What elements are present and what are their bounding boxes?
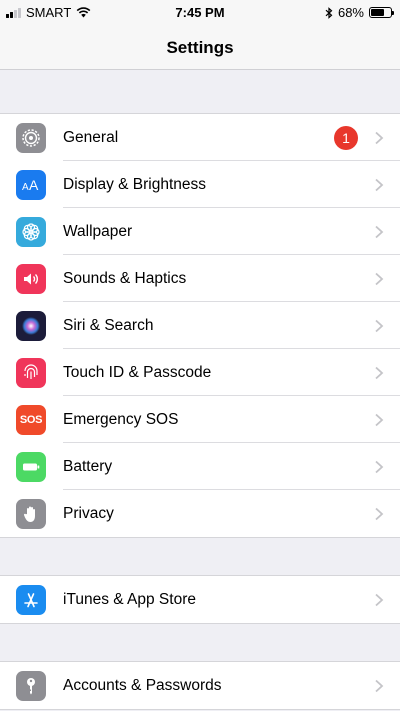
battery-status-icon — [369, 7, 394, 18]
chevron-right-icon — [374, 178, 384, 192]
bluetooth-icon — [325, 6, 333, 19]
chevron-right-icon — [374, 131, 384, 145]
group-gap — [0, 624, 400, 661]
chevron-right-icon — [374, 413, 384, 427]
flower-icon — [16, 216, 46, 247]
settings-row-sounds-haptics[interactable]: Sounds & Haptics — [0, 255, 400, 302]
chevron-right-icon — [374, 507, 384, 521]
app-store-icon — [16, 584, 46, 615]
chevron-right-icon — [374, 679, 384, 693]
row-label: iTunes & App Store — [63, 590, 196, 608]
battery-percent: 68% — [337, 5, 364, 20]
chevron-right-icon — [374, 366, 384, 380]
row-label: Emergency SOS — [63, 410, 179, 428]
sos-icon: SOS — [16, 404, 46, 435]
text-size-icon: AA — [16, 169, 46, 200]
settings-row-siri-search[interactable]: Siri & Search — [0, 302, 400, 349]
row-label: Wallpaper — [63, 222, 133, 240]
settings-row-display-brightness[interactable]: A A Display & Brightness — [0, 161, 400, 208]
settings-group: iTunes & App Store — [0, 575, 400, 624]
settings-row-itunes-app-store[interactable]: iTunes & App Store — [0, 576, 400, 623]
chevron-right-icon — [374, 319, 384, 333]
battery-fill — [371, 9, 384, 16]
settings-list: General 1 A A Display & Brightness Wallpaper S… — [0, 70, 400, 710]
top-spacer — [0, 70, 400, 113]
settings-row-wallpaper[interactable]: Wallpaper — [0, 208, 400, 255]
row-label: Battery — [63, 457, 113, 475]
chevron-right-icon — [374, 593, 384, 607]
row-label: Sounds & Haptics — [63, 269, 187, 287]
status-bar: SMART 7:45 PM 68% — [0, 0, 400, 26]
settings-row-battery[interactable]: Battery — [0, 443, 400, 490]
icon-text: SOS — [19, 413, 43, 426]
settings-row-accounts-passwords[interactable]: Accounts & Passwords — [0, 662, 400, 709]
row-label: General — [63, 128, 119, 146]
chevron-right-icon — [374, 272, 384, 286]
battery-icon — [16, 451, 46, 482]
chevron-right-icon — [374, 225, 384, 239]
svg-text:A: A — [29, 177, 39, 193]
settings-row-touch-id-passcode[interactable]: Touch ID & Passcode — [0, 349, 400, 396]
nav-bar: Settings — [0, 26, 400, 70]
key-icon — [16, 670, 46, 701]
row-label: Accounts & Passwords — [63, 676, 222, 694]
page-title: Settings — [166, 37, 234, 57]
settings-group: General 1 A A Display & Brightness Wallpaper S… — [0, 113, 400, 538]
speaker-icon — [16, 263, 46, 294]
fingerprint-icon — [16, 357, 46, 388]
row-label: Siri & Search — [63, 316, 154, 334]
settings-group: Accounts & Passwords — [0, 661, 400, 710]
chevron-right-icon — [374, 460, 384, 474]
settings-row-general[interactable]: General 1 — [0, 114, 400, 161]
siri-icon — [16, 310, 46, 341]
hand-icon — [16, 498, 46, 529]
row-label: Display & Brightness — [63, 175, 207, 193]
row-label: Touch ID & Passcode — [63, 363, 212, 381]
gear-icon — [16, 122, 46, 153]
settings-row-emergency-sos[interactable]: SOS Emergency SOS — [0, 396, 400, 443]
settings-row-privacy[interactable]: Privacy — [0, 490, 400, 537]
status-right: 68% — [325, 5, 394, 20]
group-gap — [0, 538, 400, 575]
row-label: Privacy — [63, 504, 114, 522]
svg-text:A: A — [22, 182, 29, 193]
notification-badge: 1 — [334, 125, 358, 150]
